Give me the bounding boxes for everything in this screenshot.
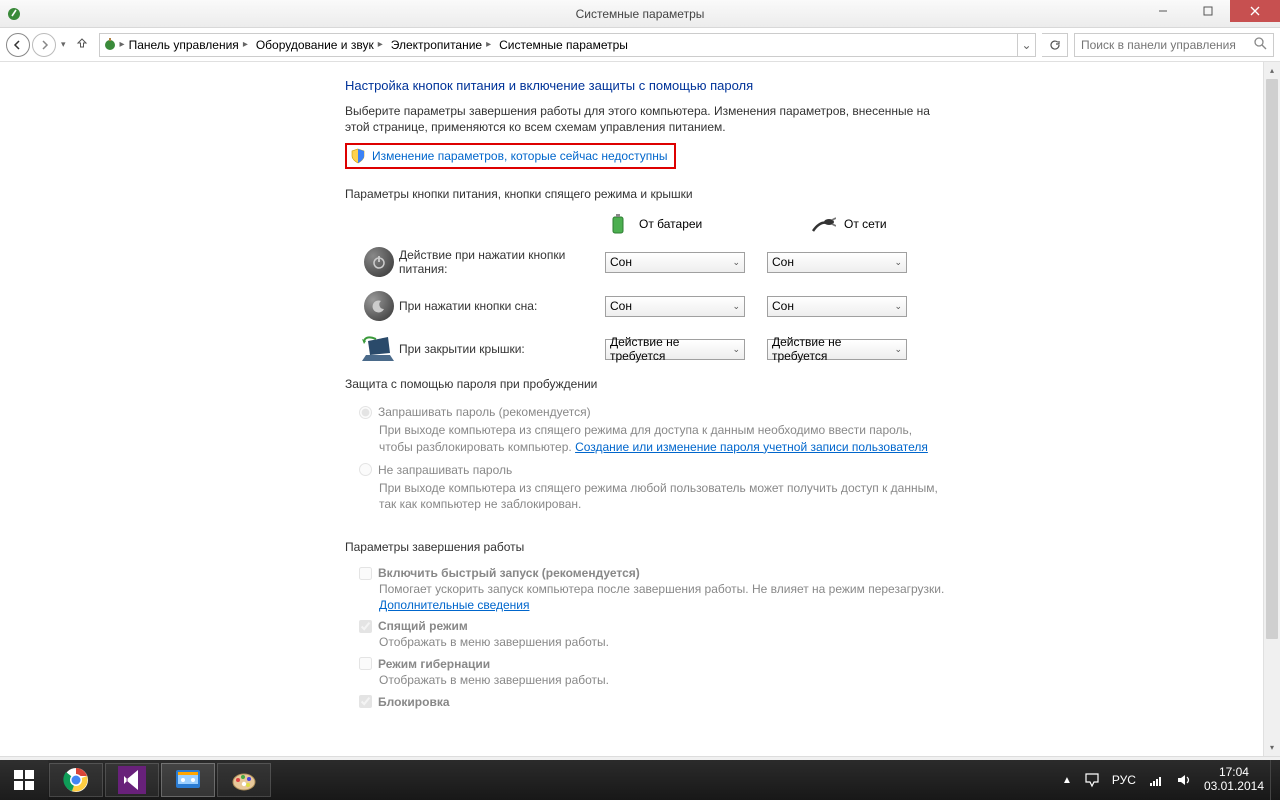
refresh-button[interactable] [1042,33,1068,57]
search-icon[interactable] [1254,37,1267,53]
column-ac: От сети [810,211,945,237]
checkbox-sleep: Спящий режим [359,619,945,633]
create-password-link[interactable]: Создание или изменение пароля учетной за… [575,440,928,454]
sleep-button-battery-dropdown[interactable]: Сон⌄ [605,296,745,317]
fast-startup-desc: Помогает ускорить запуск компьютера посл… [379,582,945,613]
power-button-battery-dropdown[interactable]: Сон⌄ [605,252,745,273]
page-heading: Настройка кнопок питания и включение защ… [345,78,945,93]
checkbox-hibernate: Режим гибернации [359,657,945,671]
radio-no-password-desc: При выходе компьютера из спящего режима … [379,480,939,512]
up-button[interactable] [71,36,93,53]
taskbar: ▲ РУС 17:0403.01.2014 [0,760,1280,800]
tray-volume[interactable] [1170,760,1198,800]
minimize-button[interactable] [1140,0,1185,22]
section-shutdown-title: Параметры завершения работы [345,540,945,554]
radio-no-password-input [359,463,372,476]
checkbox-lock: Блокировка [359,695,945,709]
radio-require-input [359,406,372,419]
breadcrumb-item[interactable]: Электропитание▸ [387,34,495,56]
scrollbar[interactable]: ▴ ▾ [1263,62,1280,756]
task-paint[interactable] [217,763,271,797]
fast-startup-more-link[interactable]: Дополнительные сведения [379,598,529,612]
scroll-up[interactable]: ▴ [1264,62,1280,79]
elevate-link-container: Изменение параметров, которые сейчас нед… [345,143,676,169]
shield-icon [350,148,366,164]
radio-require-desc: При выходе компьютера из спящего режима … [379,422,939,454]
setting-row-power-button: Действие при нажатии кнопки питания: Сон… [345,247,945,277]
radio-require-password: Запрашивать пароль (рекомендуется) [359,405,945,419]
lid-icon [359,335,399,363]
start-button[interactable] [0,760,48,800]
power-button-icon [359,247,399,277]
titlebar: Системные параметры [0,0,1280,28]
task-control-panel[interactable] [161,763,215,797]
lid-ac-dropdown[interactable]: Действие не требуется⌄ [767,339,907,360]
plug-icon [810,211,836,237]
tray-language[interactable]: РУС [1106,760,1142,800]
search-input[interactable] [1081,38,1241,52]
task-chrome[interactable] [49,763,103,797]
power-button-ac-dropdown[interactable]: Сон⌄ [767,252,907,273]
battery-icon [605,211,631,237]
lid-battery-dropdown[interactable]: Действие не требуется⌄ [605,339,745,360]
navbar: ▾ ▸ Панель управления▸ Оборудование и зв… [0,28,1280,62]
breadcrumb-item[interactable]: Панель управления▸ [125,34,252,56]
tray-action-center[interactable] [1078,760,1106,800]
location-icon [100,37,120,53]
section-password-title: Защита с помощью пароля при пробуждении [345,377,945,391]
content-panel: Настройка кнопок питания и включение защ… [0,62,1263,756]
setting-row-sleep-button: При нажатии кнопки сна: Сон⌄ Сон⌄ [345,291,945,321]
sleep-button-icon [359,291,399,321]
breadcrumb-item[interactable]: Оборудование и звук▸ [252,34,387,56]
tray-network[interactable] [1142,760,1170,800]
hibernate-desc: Отображать в меню завершения работы. [379,673,945,689]
section-buttons-title: Параметры кнопки питания, кнопки спящего… [345,187,945,201]
page-intro: Выберите параметры завершения работы для… [345,103,945,135]
window-title: Системные параметры [576,7,705,21]
setting-row-lid: При закрытии крышки: Действие не требует… [345,335,945,363]
search-box[interactable] [1074,33,1274,57]
breadcrumb-item[interactable]: Системные параметры [495,34,632,56]
radio-no-password: Не запрашивать пароль [359,463,945,477]
tray-overflow[interactable]: ▲ [1056,760,1078,800]
recent-dropdown[interactable]: ▾ [58,39,69,50]
back-button[interactable] [6,33,30,57]
breadcrumb-dropdown[interactable]: ⌄ [1017,34,1035,56]
scroll-thumb[interactable] [1266,79,1278,639]
breadcrumb[interactable]: ▸ Панель управления▸ Оборудование и звук… [99,33,1036,57]
forward-button[interactable] [32,33,56,57]
change-unavailable-link[interactable]: Изменение параметров, которые сейчас нед… [372,149,668,163]
task-visual-studio[interactable] [105,763,159,797]
tray-clock[interactable]: 17:0403.01.2014 [1198,760,1270,800]
checkbox-fast-startup: Включить быстрый запуск (рекомендуется) [359,566,945,580]
sleep-desc: Отображать в меню завершения работы. [379,635,945,651]
scroll-down[interactable]: ▾ [1264,739,1280,756]
maximize-button[interactable] [1185,0,1230,22]
app-icon [6,6,22,22]
column-battery: От батареи [605,211,740,237]
close-button[interactable] [1230,0,1280,22]
sleep-button-ac-dropdown[interactable]: Сон⌄ [767,296,907,317]
show-desktop[interactable] [1270,760,1278,800]
